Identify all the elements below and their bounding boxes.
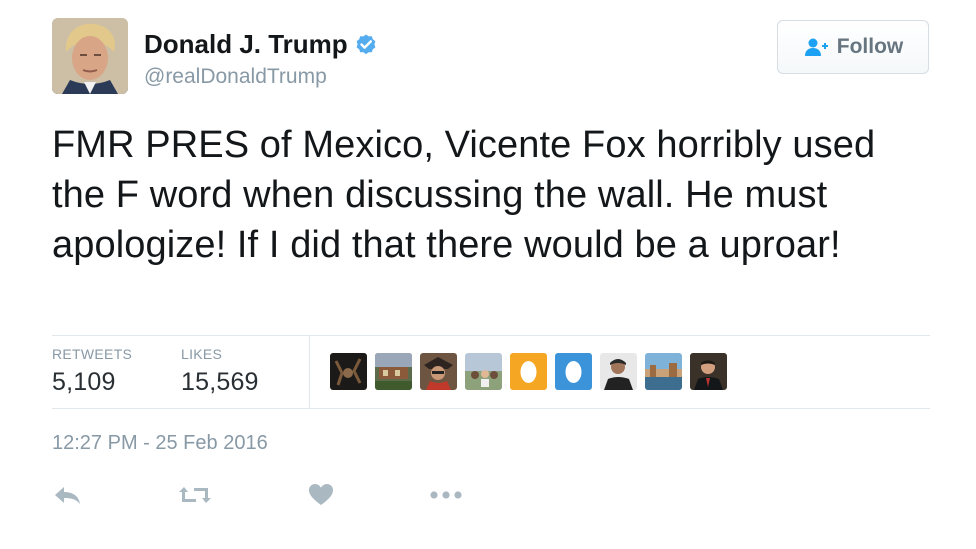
liker-avatar-7[interactable]: [600, 353, 637, 390]
more-icon: [429, 490, 463, 500]
liker-avatars: [330, 353, 727, 390]
retweet-button[interactable]: [178, 480, 212, 510]
liker-avatar-4[interactable]: [465, 353, 502, 390]
likes-label: LIKES: [181, 346, 223, 362]
profile-photo-icon: [52, 18, 128, 94]
more-button[interactable]: [429, 480, 463, 510]
liker-avatar-default-orange[interactable]: [510, 353, 547, 390]
retweets-stat[interactable]: RETWEETS 5,109: [52, 346, 132, 397]
tweet-timestamp[interactable]: 12:27 PM - 25 Feb 2016: [52, 432, 268, 455]
follow-button[interactable]: Follow: [777, 20, 929, 74]
liker-avatar-1[interactable]: [330, 353, 367, 390]
tweet-card: Donald J. Trump @realDonaldTrump Follow …: [0, 0, 976, 549]
author-handle[interactable]: @realDonaldTrump: [144, 65, 327, 89]
author-avatar[interactable]: [52, 18, 128, 94]
like-button[interactable]: [304, 480, 338, 510]
liker-avatar-9[interactable]: [690, 353, 727, 390]
heart-icon: [308, 483, 334, 507]
liker-avatar-8[interactable]: [645, 353, 682, 390]
author-name-row[interactable]: Donald J. Trump: [144, 29, 378, 60]
likes-count: 15,569: [181, 368, 259, 396]
stats-divider-bottom: [52, 408, 930, 409]
likes-stat[interactable]: LIKES 15,569: [181, 346, 259, 397]
retweet-icon: [178, 483, 212, 507]
liker-avatar-2[interactable]: [375, 353, 412, 390]
follow-button-label: Follow: [836, 35, 904, 58]
stats-divider-vertical: [309, 336, 310, 408]
liker-avatar-default-blue[interactable]: [555, 353, 592, 390]
reply-button[interactable]: [50, 480, 84, 510]
stats-divider-top: [52, 335, 930, 336]
retweets-count: 5,109: [52, 368, 116, 396]
liker-avatar-3[interactable]: [420, 353, 457, 390]
author-name[interactable]: Donald J. Trump: [144, 29, 348, 60]
verified-badge-icon: [354, 33, 378, 57]
reply-icon: [52, 484, 82, 506]
add-user-icon: [803, 37, 829, 57]
tweet-text: FMR PRES of Mexico, Vicente Fox horribly…: [52, 124, 876, 266]
retweets-label: RETWEETS: [52, 346, 133, 362]
